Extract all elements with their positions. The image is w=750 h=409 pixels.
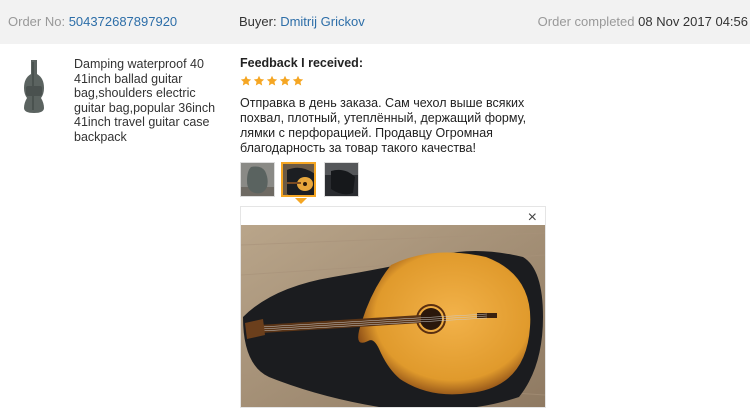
feedback-text: Отправка в день заказа. Сам чехол выше в…	[240, 96, 527, 155]
guitar-in-case-photo	[241, 225, 545, 407]
order-header: Order No: 504372687897920 Buyer: Dmitrij…	[0, 0, 750, 44]
order-completed-cell: Order completed 08 Nov 2017 04:56	[538, 0, 748, 44]
thumbnail-pointer-icon	[295, 198, 307, 204]
order-completed-label: Order completed	[537, 14, 635, 29]
feedback-thumbnail-3[interactable]	[324, 162, 359, 197]
star-icon	[266, 75, 278, 86]
feedback-photo-viewer: ×	[240, 206, 546, 408]
buyer-name-link[interactable]: Dmitrij Grickov	[280, 14, 365, 29]
product-image[interactable]	[20, 58, 48, 114]
star-icon	[292, 75, 304, 86]
feedback-thumbnail-1[interactable]	[240, 162, 275, 197]
buyer-label: Buyer:	[239, 14, 277, 29]
order-completed-date: 08 Nov 2017 04:56	[638, 14, 748, 29]
star-rating	[240, 74, 305, 91]
feedback-heading: Feedback I received:	[240, 56, 363, 70]
star-icon	[279, 75, 291, 86]
order-number-link[interactable]: 504372687897920	[69, 14, 177, 29]
buyer-cell: Buyer: Dmitrij Grickov	[239, 0, 365, 44]
order-number-cell: Order No: 504372687897920	[8, 0, 177, 44]
product-title[interactable]: Damping waterproof 40 41inch ballad guit…	[74, 57, 224, 144]
star-icon	[253, 75, 265, 86]
star-icon	[240, 75, 252, 86]
feedback-thumbnail-2[interactable]	[281, 162, 316, 197]
order-number-label: Order No:	[8, 14, 66, 29]
